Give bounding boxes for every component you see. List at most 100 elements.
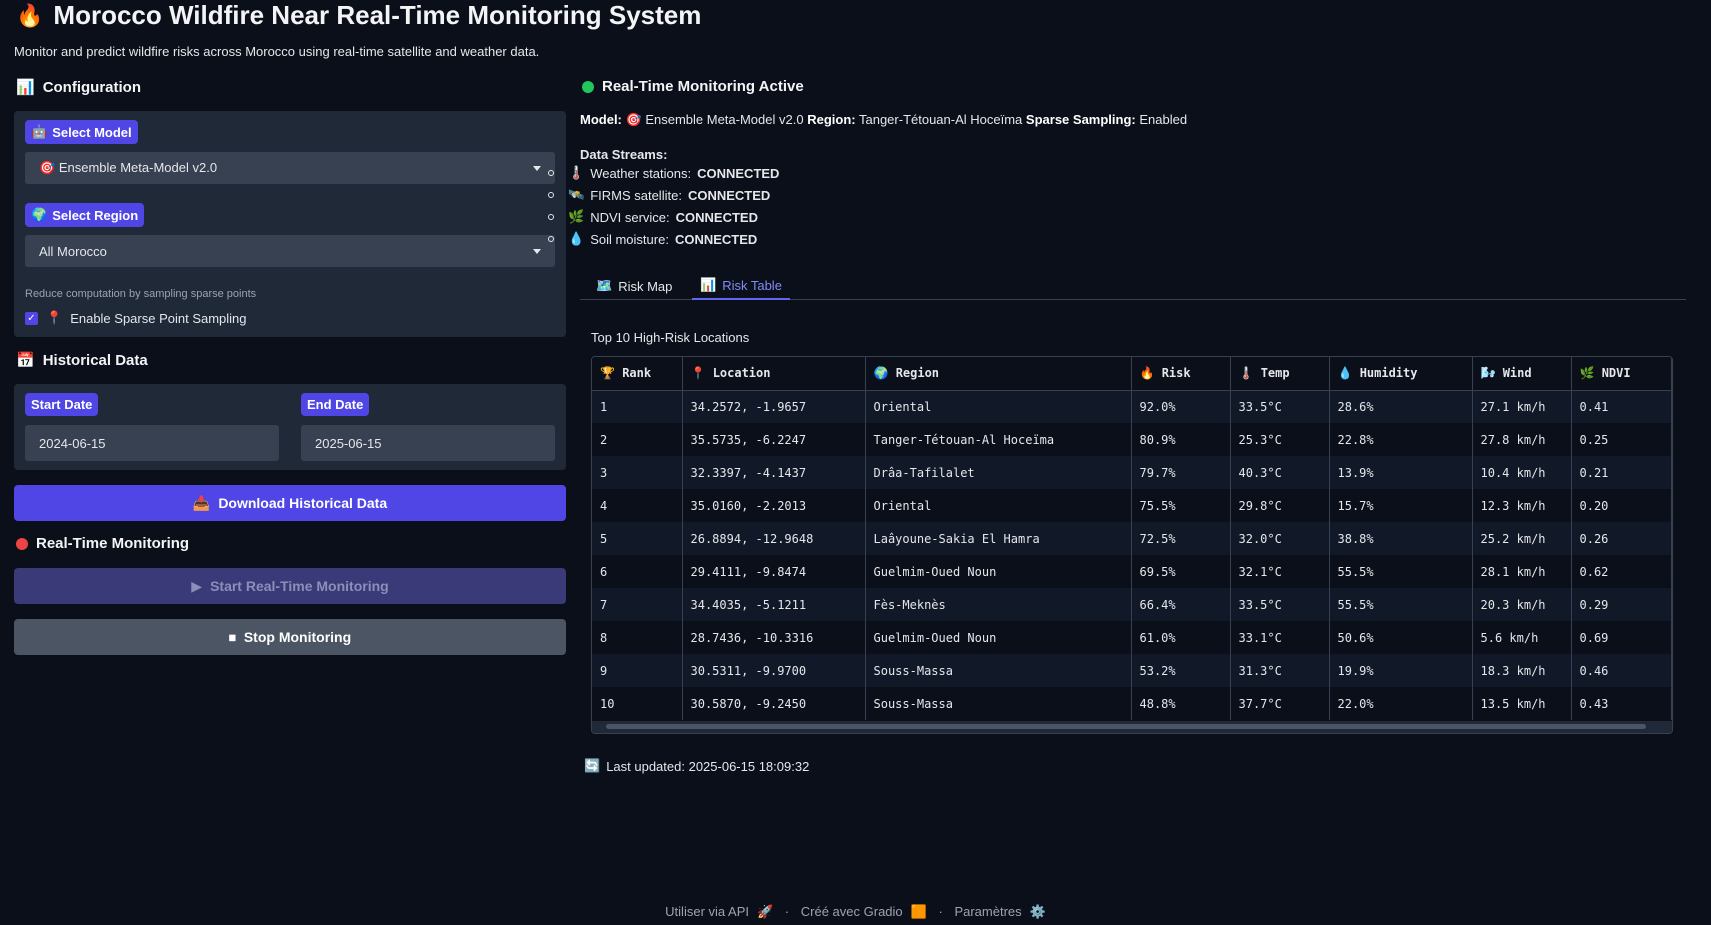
table-cell: 34.2572, -1.9657 bbox=[682, 390, 866, 423]
table-cell: Fès-Meknès bbox=[865, 588, 1132, 621]
end-date-input[interactable]: 2025-06-15 bbox=[301, 425, 555, 461]
table-cell: 20.3 km/h bbox=[1472, 588, 1572, 621]
table-cell: 75.5% bbox=[1131, 489, 1231, 522]
data-streams-heading: Data Streams: bbox=[580, 147, 668, 162]
table-cell: 2 bbox=[592, 423, 683, 456]
col-temp[interactable]: 🌡️ Temp bbox=[1230, 357, 1330, 391]
tab-risk-table[interactable]: 📊 Risk Table bbox=[692, 272, 790, 300]
bar-chart-icon: 📊 bbox=[700, 277, 717, 292]
red-circle-icon bbox=[16, 537, 28, 550]
table-row: 6 29.4111, -9.8474 Guelmim-Oued Noun 69.5% 3… bbox=[592, 555, 1672, 588]
table-cell: 0.69 bbox=[1571, 621, 1672, 654]
table-cell: 29.4111, -9.8474 bbox=[682, 555, 866, 588]
stop-icon: ⏹ bbox=[228, 628, 236, 645]
table-cell: 69.5% bbox=[1131, 555, 1231, 588]
col-region[interactable]: 🌍 Region bbox=[865, 357, 1132, 391]
table-cell: 38.8% bbox=[1329, 522, 1473, 555]
table-cell: 53.2% bbox=[1131, 654, 1231, 687]
table-cell: 40.3°C bbox=[1230, 456, 1330, 489]
table-cell: 0.29 bbox=[1571, 588, 1672, 621]
horizontal-scrollbar[interactable] bbox=[592, 721, 1672, 733]
sparse-sampling-checkbox[interactable]: ✓ bbox=[25, 311, 38, 325]
col-ndvi[interactable]: 🌿 NDVI bbox=[1571, 357, 1672, 391]
table-row: 1 34.2572, -1.9657 Oriental 92.0% 33.5°C 28.6… bbox=[592, 390, 1672, 423]
start-realtime-button[interactable]: ▶ Start Real-Time Monitoring bbox=[14, 568, 566, 604]
risk-table: 🏆 Rank 📍 Location 🌍 Region 🔥 Risk 🌡️ Tem… bbox=[591, 356, 1673, 734]
leaf-icon: 🌿 bbox=[1579, 366, 1595, 381]
table-cell: 22.0% bbox=[1329, 687, 1473, 720]
globe-icon: 🌍 bbox=[873, 366, 889, 381]
table-cell: 26.8894, -12.9648 bbox=[682, 522, 866, 555]
table-cell: 27.8 km/h bbox=[1472, 423, 1572, 456]
table-cell: 34.4035, -5.1211 bbox=[682, 588, 866, 621]
table-row: 2 35.5735, -6.2247 Tanger-Tétouan-Al Hoceï… bbox=[592, 423, 1672, 456]
api-link[interactable]: Utiliser via API bbox=[665, 904, 749, 919]
region-dropdown[interactable]: All Morocco bbox=[25, 235, 555, 267]
app-title: 🔥 Morocco Wildfire Near Real-Time Monito… bbox=[16, 0, 701, 31]
col-risk[interactable]: 🔥 Risk bbox=[1131, 357, 1231, 391]
table-cell: Souss-Massa bbox=[865, 687, 1132, 720]
wind-icon: 🌬️ bbox=[1480, 366, 1496, 381]
trophy-icon: 🏆 bbox=[600, 366, 615, 381]
table-cell: 0.25 bbox=[1571, 423, 1672, 456]
table-cell: 18.3 km/h bbox=[1472, 654, 1572, 687]
table-cell: 66.4% bbox=[1131, 588, 1231, 621]
col-location[interactable]: 📍 Location bbox=[682, 357, 866, 391]
pin-icon: 📍 bbox=[690, 366, 706, 381]
table-cell: 0.21 bbox=[1571, 456, 1672, 489]
col-rank[interactable]: 🏆 Rank bbox=[592, 357, 683, 391]
configuration-heading: 📊 Configuration bbox=[16, 78, 142, 97]
table-cell: 1 bbox=[592, 390, 683, 423]
gradio-link[interactable]: Créé avec Gradio bbox=[801, 904, 903, 919]
table-title: Top 10 High-Risk Locations bbox=[591, 330, 750, 345]
droplet-icon: 💧 bbox=[568, 231, 585, 246]
table-cell: 32.1°C bbox=[1230, 555, 1330, 588]
table-cell: 7 bbox=[592, 588, 683, 621]
sparse-sampling-row[interactable]: ✓ 📍 Enable Sparse Point Sampling bbox=[25, 310, 247, 326]
model-dropdown[interactable]: 🎯 Ensemble Meta-Model v2.0 bbox=[25, 152, 555, 184]
table-cell: 30.5870, -9.2450 bbox=[682, 687, 866, 720]
table-cell: Oriental bbox=[865, 489, 1132, 522]
chevron-down-icon bbox=[533, 165, 541, 171]
table-cell: 12.3 km/h bbox=[1472, 489, 1572, 522]
stop-monitoring-button[interactable]: ⏹ Stop Monitoring bbox=[14, 619, 566, 655]
table-cell: 61.0% bbox=[1131, 621, 1231, 654]
table-cell: Tanger-Tétouan-Al Hoceïma bbox=[865, 423, 1132, 456]
start-date-input[interactable]: 2024-06-15 bbox=[25, 425, 279, 461]
settings-link[interactable]: Paramètres bbox=[954, 904, 1021, 919]
fire-icon: 🔥 bbox=[16, 2, 44, 28]
col-humidity[interactable]: 💧 Humidity bbox=[1329, 357, 1473, 391]
table-cell: 0.43 bbox=[1571, 687, 1672, 720]
table-cell: 0.41 bbox=[1571, 390, 1672, 423]
table-cell: 0.20 bbox=[1571, 489, 1672, 522]
satellite-icon: 🛰️ bbox=[568, 187, 585, 202]
map-icon: 🗺️ bbox=[596, 278, 613, 293]
table-cell: 55.5% bbox=[1329, 555, 1473, 588]
table-cell: 25.2 km/h bbox=[1472, 522, 1572, 555]
table-cell: 31.3°C bbox=[1230, 654, 1330, 687]
realtime-heading: Real-Time Monitoring bbox=[16, 535, 189, 552]
tab-risk-map[interactable]: 🗺️ Risk Map bbox=[588, 272, 680, 300]
scrollbar-thumb[interactable] bbox=[606, 724, 1646, 729]
play-icon: ▶ bbox=[191, 577, 203, 594]
table-cell: 13.9% bbox=[1329, 456, 1473, 489]
col-wind[interactable]: 🌬️ Wind bbox=[1472, 357, 1572, 391]
table-row: 7 34.4035, -5.1211 Fès-Meknès 66.4% 33.5°C 55… bbox=[592, 588, 1672, 621]
historical-heading: 📅 Historical Data bbox=[16, 351, 148, 370]
leaf-icon: 🌿 bbox=[568, 209, 585, 224]
sparse-hint: Reduce computation by sampling sparse po… bbox=[25, 288, 257, 300]
thermometer-icon: 🌡️ bbox=[1238, 366, 1254, 381]
table-cell: 32.3397, -4.1437 bbox=[682, 456, 866, 489]
table-cell: 5 bbox=[592, 522, 683, 555]
table-cell: 5.6 km/h bbox=[1472, 621, 1572, 654]
data-streams-list: 🌡️ Weather stations: CONNECTED 🛰️ FIRMS sat… bbox=[548, 162, 779, 250]
table-cell: 80.9% bbox=[1131, 423, 1231, 456]
download-historical-button[interactable]: 📥 Download Historical Data bbox=[14, 485, 566, 521]
target-icon: 🎯 bbox=[625, 112, 642, 127]
table-cell: 32.0°C bbox=[1230, 522, 1330, 555]
table-cell: 10 bbox=[592, 687, 683, 720]
table-cell: 0.46 bbox=[1571, 654, 1672, 687]
table-cell: 33.5°C bbox=[1230, 390, 1330, 423]
table-cell: 8 bbox=[592, 621, 683, 654]
table-cell: 29.8°C bbox=[1230, 489, 1330, 522]
